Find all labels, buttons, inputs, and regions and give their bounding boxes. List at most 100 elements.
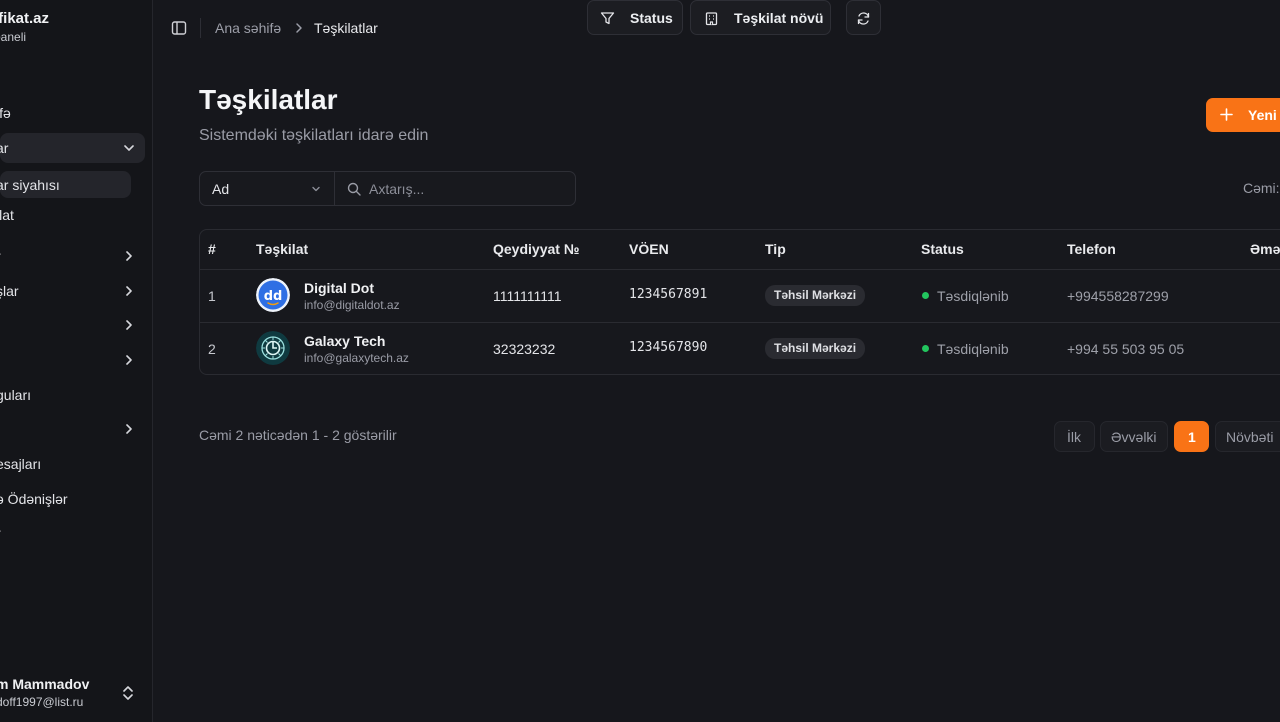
chevron-right-icon <box>126 320 132 330</box>
voen: 1234567891 <box>629 287 708 302</box>
sidebar-item-4[interactable]: r <box>0 241 145 271</box>
sidebar-item-home[interactable]: ifə <box>0 98 145 128</box>
phone: +994 55 503 95 05 <box>1067 341 1185 357</box>
sidebar-toggle-icon[interactable] <box>171 20 187 36</box>
search-box <box>334 171 576 206</box>
sidebar-item-7[interactable] <box>0 345 145 375</box>
breadcrumb-home[interactable]: Ana səhifə <box>215 20 281 36</box>
svg-text:dd: dd <box>264 289 283 304</box>
page-subtitle: Sistemdəki təşkilatları idarə edin <box>199 127 429 144</box>
row-number: 2 <box>208 341 216 357</box>
first-page-label: İlk <box>1067 429 1081 445</box>
previous-page-button[interactable]: Əvvəlki <box>1100 421 1168 452</box>
results-summary: Cəmi 2 nəticədən 1 - 2 göstərilir <box>199 427 397 443</box>
row-number: 1 <box>208 288 216 304</box>
search-field-value: Ad <box>212 181 230 197</box>
sidebar-item-label: ifə <box>0 105 11 121</box>
type-badge: Təhsil Mərkəzi <box>765 338 866 359</box>
phone: +994558287299 <box>1067 288 1169 304</box>
sidebar-item-10[interactable]: esajları <box>0 449 145 479</box>
row-divider <box>200 269 1280 270</box>
next-page-label: Növbəti <box>1226 429 1274 445</box>
column-header: # <box>208 241 216 257</box>
column-header: Telefon <box>1067 241 1116 257</box>
search-input[interactable] <box>369 172 569 205</box>
chevron-down-icon <box>312 186 320 192</box>
next-page-button[interactable]: Növbəti <box>1215 421 1280 452</box>
sidebar-item-label: ə Ödənişlər <box>0 491 68 507</box>
sidebar-item-label: esajları <box>0 456 42 472</box>
previous-page-label: Əvvəlki <box>1111 429 1157 445</box>
chevron-right-icon <box>126 286 132 296</box>
organization-email: info@digitaldot.az <box>304 298 400 312</box>
organization-type-label: Təşkilat növü <box>734 10 824 26</box>
organization-name: Digital Dot <box>304 280 374 296</box>
sidebar: ifikat.az baneli ifə ar ar siyahısı ilat… <box>0 0 153 722</box>
sidebar-item-label: r <box>0 248 1 264</box>
sidebar-item-label: ar <box>0 140 9 156</box>
brand: ifikat.az baneli <box>0 10 49 44</box>
status-text: Təsdiqlənib <box>937 341 1009 357</box>
first-page-button[interactable]: İlk <box>1054 421 1095 452</box>
sidebar-item-label: guları <box>0 387 32 403</box>
refresh-button[interactable] <box>846 0 881 35</box>
sidebar-item-11[interactable]: ə Ödənişlər <box>0 484 145 514</box>
search-icon <box>347 182 361 196</box>
organization-type-filter-button[interactable]: Təşkilat növü <box>690 0 831 35</box>
sidebar-item-9[interactable] <box>0 414 145 444</box>
total-count-label: Cəmi: <box>1243 180 1280 196</box>
sidebar-item-label: r <box>0 525 1 541</box>
organization-email: info@galaxytech.az <box>304 351 409 365</box>
type-badge: Təhsil Mərkəzi <box>765 285 866 306</box>
organizations-table: # Təşkilat Qeydiyyat № VÖEN Tip Status T… <box>199 229 1280 375</box>
column-header: Təşkilat <box>256 241 309 257</box>
column-header: Əmə <box>1250 241 1280 257</box>
sidebar-subitem-new-organization[interactable]: ilat <box>0 200 145 230</box>
sidebar-item-label: ilat <box>0 207 14 223</box>
registration-number: 1111111111 <box>493 288 562 304</box>
refresh-icon <box>857 12 870 25</box>
building-icon <box>705 12 718 26</box>
sidebar-item-12[interactable]: r <box>0 518 145 548</box>
galaxy-tech-logo <box>256 331 290 365</box>
registration-number: 32323232 <box>493 341 556 357</box>
chevrons-up-down-icon <box>123 686 133 700</box>
sidebar-item-organizations[interactable]: ar <box>0 133 145 163</box>
status-dot <box>922 345 929 352</box>
plus-icon <box>1220 108 1233 121</box>
sidebar-subitem-organization-list[interactable]: ar siyahısı <box>0 171 131 198</box>
status-filter-button[interactable]: Status <box>587 0 683 35</box>
brand-subtitle: baneli <box>0 30 27 44</box>
new-button-label: Yeni <box>1248 107 1277 123</box>
organization-name: Galaxy Tech <box>304 333 386 349</box>
page-1-button[interactable]: 1 <box>1174 421 1209 452</box>
divider <box>200 18 201 38</box>
column-header: VÖEN <box>629 241 669 257</box>
search-field-select[interactable]: Ad <box>199 171 335 206</box>
chevron-right-icon <box>126 251 132 261</box>
column-header: Status <box>921 241 964 257</box>
row-divider <box>200 322 1280 323</box>
column-header: Tip <box>765 241 786 257</box>
chevron-right-icon <box>126 355 132 365</box>
status-filter-label: Status <box>630 10 673 26</box>
status-text: Təsdiqlənib <box>937 288 1009 304</box>
column-header: Qeydiyyat № <box>493 241 580 257</box>
page-title: Təşkilatlar <box>199 84 338 115</box>
chevron-down-icon <box>124 145 134 151</box>
sidebar-item-6[interactable] <box>0 310 145 340</box>
chevron-right-icon <box>296 23 302 33</box>
status-dot <box>922 292 929 299</box>
sidebar-item-5[interactable]: şlar <box>0 276 145 306</box>
sidebar-item-label: şlar <box>0 283 19 299</box>
brand-title: ifikat.az <box>0 10 50 27</box>
user-email: doff1997@list.ru <box>0 695 84 709</box>
sidebar-item-8[interactable]: guları <box>0 380 145 410</box>
user-name: m Mammadov <box>0 676 90 692</box>
sidebar-item-label: ar siyahısı <box>0 176 60 193</box>
page-number-label: 1 <box>1188 429 1196 445</box>
voen: 1234567890 <box>629 340 708 355</box>
new-organization-button[interactable]: Yeni <box>1206 98 1280 132</box>
breadcrumb-current: Təşkilatlar <box>314 20 378 36</box>
digital-dot-logo: dd <box>256 278 290 312</box>
